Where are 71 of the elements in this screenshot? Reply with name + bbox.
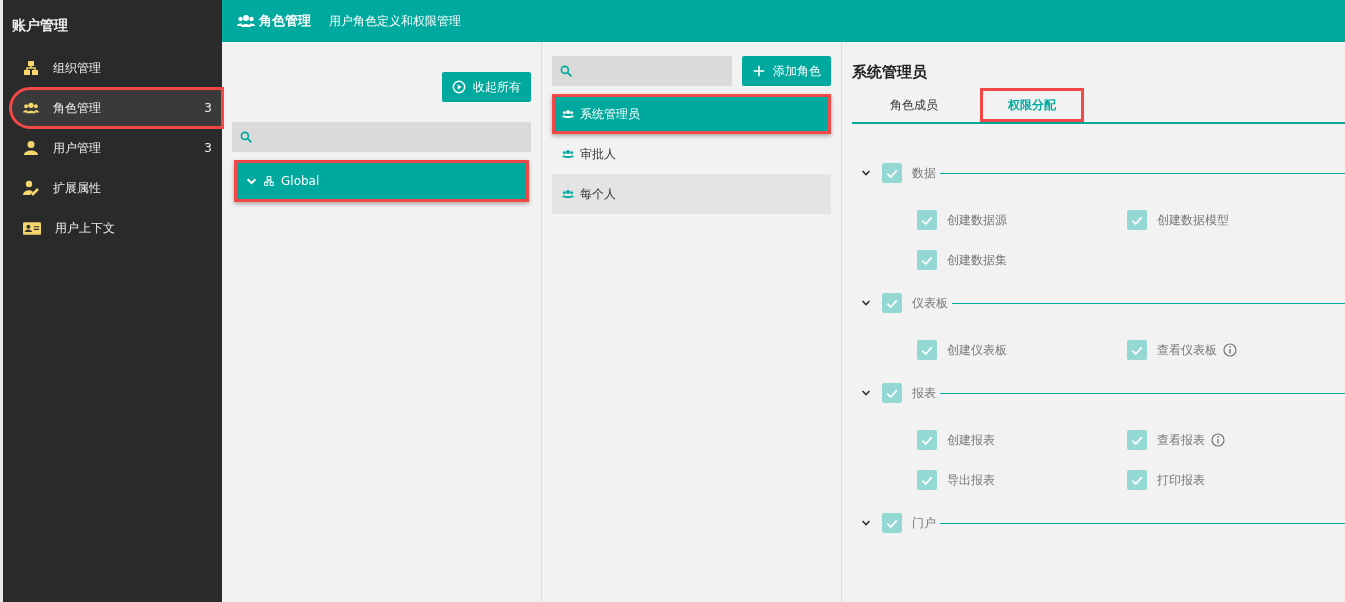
section-label: 门户: [912, 514, 936, 532]
tab[interactable]: 角色成员: [862, 88, 966, 122]
search-field[interactable]: [232, 122, 531, 152]
role-item[interactable]: 每个人: [552, 174, 831, 214]
sidebar-item[interactable]: 角色管理 3: [11, 89, 222, 127]
count-label: 3: [204, 101, 212, 115]
permission-label: 导出报表: [947, 471, 995, 489]
permission-label: 查看报表: [1157, 431, 1205, 449]
checkbox[interactable]: [1127, 430, 1147, 450]
checkbox[interactable]: [917, 250, 937, 270]
permission-label: 创建数据模型: [1157, 211, 1229, 229]
group-icon: [562, 149, 574, 159]
role-label: 审批人: [580, 145, 616, 163]
permission-label: 创建仪表板: [947, 341, 1007, 359]
permission-label: 打印报表: [1157, 471, 1205, 489]
sidebar-item-label: 角色管理: [53, 99, 102, 117]
info-icon[interactable]: [1223, 343, 1237, 357]
checkbox[interactable]: [917, 210, 937, 230]
search-icon: [560, 64, 573, 78]
checkbox[interactable]: [882, 383, 902, 403]
sidebar-item-label: 用户上下文: [55, 219, 116, 237]
checkbox[interactable]: [917, 470, 937, 490]
contact-card-icon: [23, 221, 41, 235]
checkbox[interactable]: [1127, 470, 1147, 490]
checkbox[interactable]: [1127, 340, 1147, 360]
role-label: 每个人: [580, 185, 616, 203]
checkbox[interactable]: [882, 513, 902, 533]
chevron-down-icon[interactable]: [861, 298, 871, 308]
checkbox[interactable]: [882, 163, 902, 183]
section-label: 数据: [912, 164, 936, 182]
hierarchy-icon: [263, 176, 275, 186]
permission-label: 创建数据集: [947, 251, 1007, 269]
tree-node-label: Global: [281, 174, 320, 188]
group-icon: [237, 14, 255, 28]
user-icon: [23, 140, 39, 156]
group-icon: [562, 109, 574, 119]
search-icon: [240, 130, 253, 144]
checkbox[interactable]: [1127, 210, 1147, 230]
info-icon[interactable]: [1211, 433, 1225, 447]
hierarchy-icon: [23, 60, 39, 76]
chevron-down-icon[interactable]: [861, 168, 871, 178]
sidebar-item[interactable]: 用户管理 3: [11, 129, 222, 167]
search-field[interactable]: [552, 56, 732, 86]
checkbox[interactable]: [917, 340, 937, 360]
page-title: 角色管理: [259, 12, 311, 30]
sidebar-item-label: 用户管理: [53, 139, 102, 157]
play-circle-icon: [452, 80, 466, 94]
count-label: 3: [204, 141, 212, 155]
section-label: 仪表板: [912, 294, 948, 312]
permission-label: 创建报表: [947, 431, 995, 449]
chevron-down-icon[interactable]: [861, 388, 871, 398]
sidebar-title: 账户管理: [11, 16, 69, 35]
role-item[interactable]: 审批人: [552, 134, 831, 174]
chevron-down-icon[interactable]: [861, 518, 871, 528]
plus-icon: [752, 64, 766, 78]
sidebar-item-label: 扩展属性: [53, 179, 102, 197]
role-label: 系统管理员: [580, 105, 640, 123]
section-label: 报表: [912, 384, 936, 402]
sidebar-item[interactable]: 用户上下文: [11, 209, 222, 247]
role-title: 系统管理员: [852, 61, 928, 83]
sidebar-item[interactable]: 组织管理: [11, 49, 222, 87]
group-icon: [23, 100, 39, 116]
page-subtitle: 用户角色定义和权限管理: [329, 12, 461, 30]
sidebar-item-label: 组织管理: [53, 59, 102, 77]
permission-label: 创建数据源: [947, 211, 1007, 229]
checkbox[interactable]: [917, 430, 937, 450]
user-pencil-icon: [23, 180, 39, 196]
permission-label: 查看仪表板: [1157, 341, 1217, 359]
checkbox[interactable]: [882, 293, 902, 313]
sidebar-item[interactable]: 扩展属性: [11, 169, 222, 207]
group-icon: [562, 189, 574, 199]
